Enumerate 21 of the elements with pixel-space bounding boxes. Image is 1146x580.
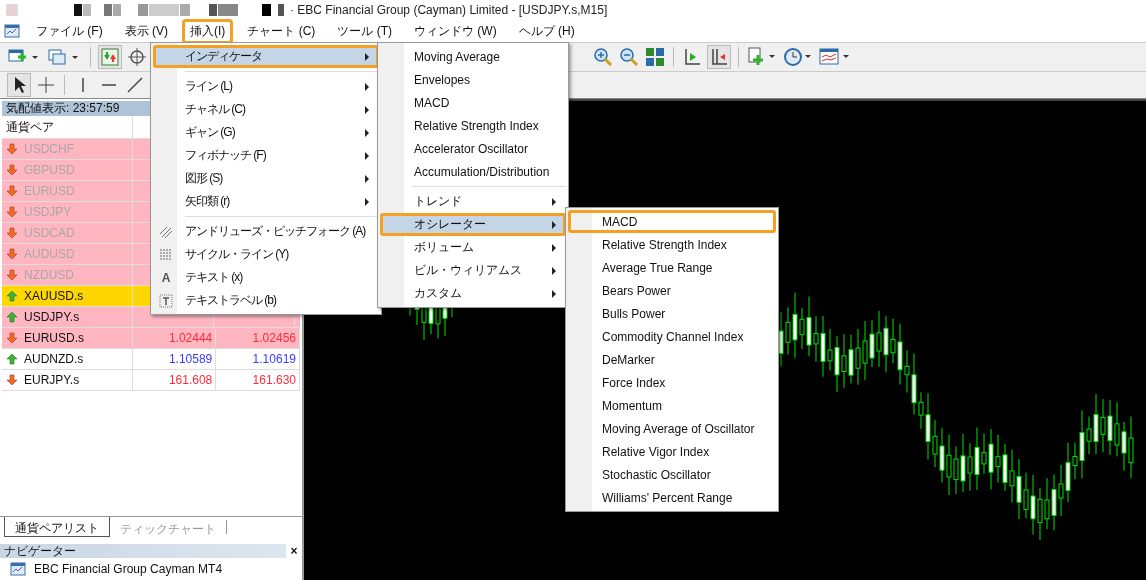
table-cell: EURJPY.s [2, 370, 133, 390]
panel-title: ナビゲーター [3, 544, 77, 558]
table-cell: 161.608 [132, 370, 217, 390]
table-cell: USDJPY.s [2, 307, 133, 327]
text-tool-icon: A [161, 270, 171, 285]
table-cell: USDCHF [2, 139, 133, 159]
table-cell: XAUUSD.s [2, 286, 133, 306]
table-cell: GBPUSD [2, 160, 133, 180]
table-cell: EURUSD.s [2, 328, 133, 348]
table-cell: AUDUSD [2, 244, 133, 264]
window-title: · EBC Financial Group (Cayman) Limited - [USDJPY.s,M15] [290, 3, 608, 17]
table-cell: USDJPY [2, 202, 133, 222]
table-cell: USDCAD [2, 223, 133, 243]
table-cell: 1.02444 [132, 328, 217, 348]
table-cell: 1.10619 [216, 349, 300, 369]
table-cell: 161.630 [216, 370, 300, 390]
table-cell: AUDNZD.s [2, 349, 133, 369]
table-cell: NZDUSD [2, 265, 133, 285]
table-cell: 1.10589 [132, 349, 217, 369]
table-cell: 1.02456 [216, 328, 300, 348]
table-cell: EURUSD [2, 181, 133, 201]
